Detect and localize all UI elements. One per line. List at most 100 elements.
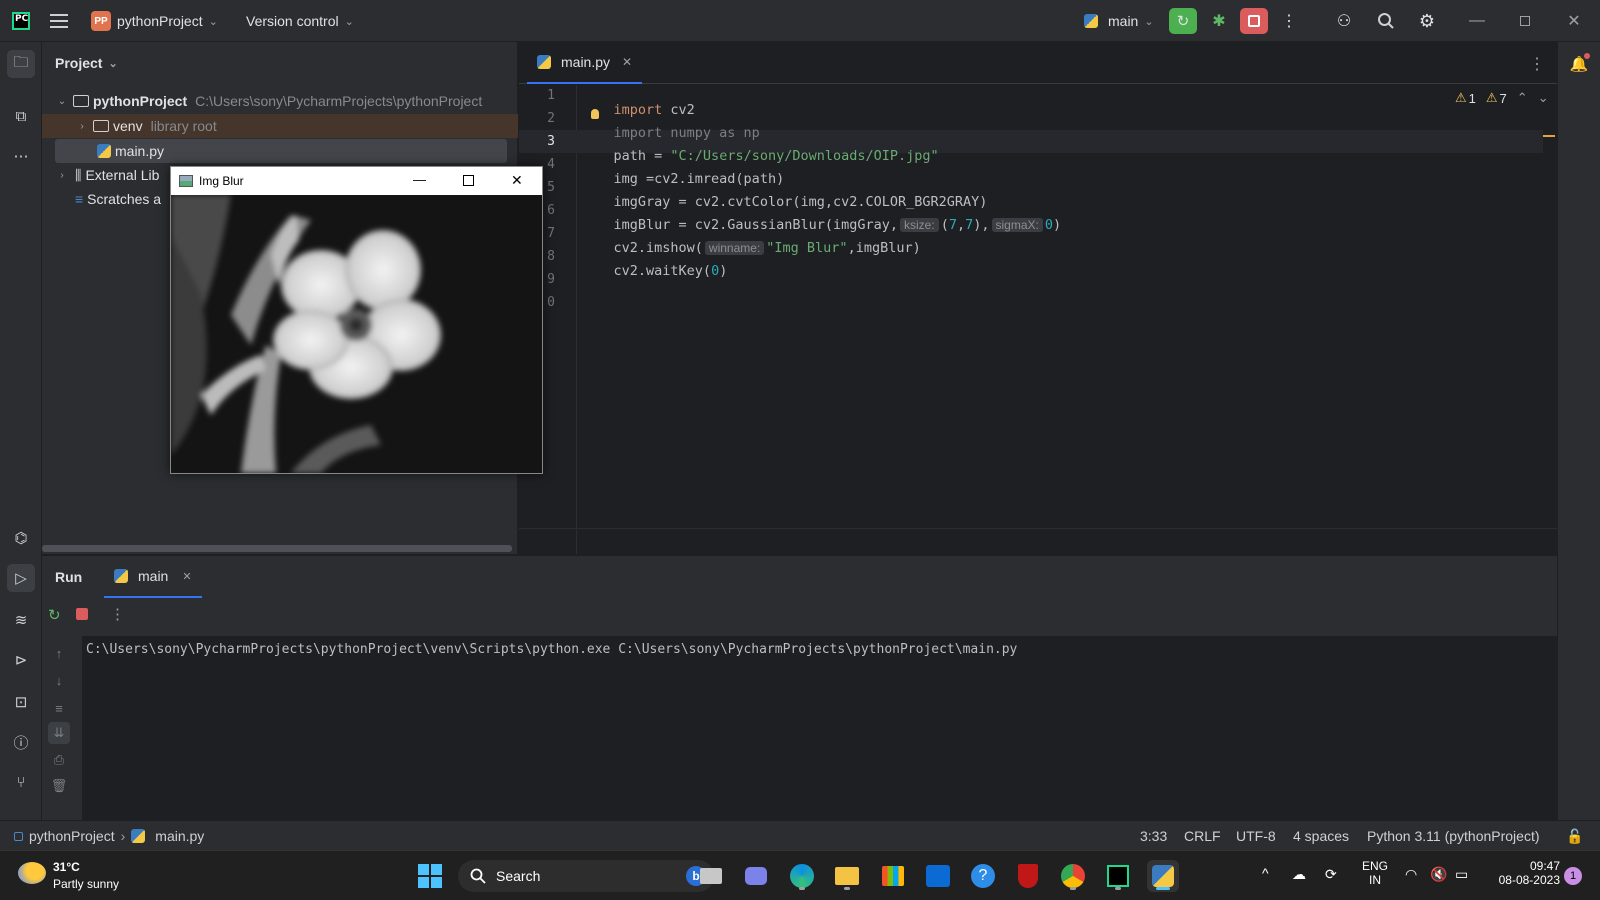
code-line-7[interactable]: cv2.imshow(winname: "Img Blur",imgBlur) bbox=[581, 224, 921, 256]
trash-icon[interactable]: 🗑 bbox=[48, 775, 70, 797]
img-blur-window[interactable]: Img Blur — ✕ bbox=[170, 166, 543, 474]
weather-description[interactable]: Partly sunny bbox=[53, 877, 119, 891]
edge-icon bbox=[790, 864, 814, 888]
print-icon[interactable]: ⎙ bbox=[48, 749, 70, 771]
help-app-button[interactable]: ? bbox=[967, 860, 999, 892]
img-blur-titlebar[interactable]: Img Blur — ✕ bbox=[171, 167, 542, 195]
code-line-6[interactable]: imgBlur = cv2.GaussianBlur(imgGray, ksize… bbox=[581, 201, 1062, 233]
close-icon[interactable]: ✕ bbox=[511, 172, 523, 189]
version-control-menu[interactable]: Version control ⌄ bbox=[246, 0, 354, 42]
scroll-to-end-icon[interactable]: ⇊ bbox=[48, 722, 70, 744]
caret-position[interactable]: 3:33 bbox=[1140, 821, 1167, 851]
code-line-3[interactable]: path = "C:/Users/sony/Downloads/OIP.jpg" bbox=[581, 132, 939, 164]
breadcrumb-project[interactable]: pythonProject bbox=[29, 828, 115, 844]
stop-button[interactable] bbox=[1240, 8, 1268, 34]
horizontal-scrollbar[interactable] bbox=[42, 545, 512, 552]
breadcrumb-file[interactable]: main.py bbox=[155, 828, 204, 844]
console-output-area[interactable]: C:\Users\sony\PycharmProjects\pythonProj… bbox=[82, 636, 1557, 821]
code-line-4[interactable]: img =cv2.imread(path) bbox=[581, 155, 785, 187]
next-highlight-icon[interactable]: ⌄ bbox=[1538, 90, 1549, 106]
weather-icon[interactable] bbox=[18, 862, 46, 884]
start-button[interactable] bbox=[414, 860, 446, 892]
python-interpreter[interactable]: Python 3.11 (pythonProject) bbox=[1367, 821, 1540, 851]
close-tab-icon[interactable]: ✕ bbox=[622, 55, 632, 69]
language-indicator[interactable]: ENG IN bbox=[1362, 859, 1388, 887]
services-button[interactable]: ⊳ bbox=[7, 646, 35, 674]
battery-icon[interactable]: ▭ bbox=[1455, 866, 1468, 883]
task-view-button[interactable] bbox=[695, 860, 727, 892]
kebab-menu-icon[interactable]: ⋮ bbox=[110, 605, 125, 623]
python-packages-button[interactable]: ≋ bbox=[7, 606, 35, 634]
pycharm-taskbar-button[interactable] bbox=[1102, 860, 1134, 892]
tab-main-py[interactable]: main.py ✕ bbox=[527, 42, 643, 84]
tree-item-venv[interactable]: › venv library root bbox=[42, 114, 518, 138]
edge-button[interactable] bbox=[786, 860, 818, 892]
python-console-button[interactable]: ⌬ bbox=[7, 524, 35, 552]
search-everywhere-button[interactable] bbox=[1372, 8, 1400, 34]
warning-stripe-marker[interactable] bbox=[1543, 135, 1555, 137]
folder-icon bbox=[835, 867, 859, 885]
scroll-down-icon[interactable]: ↓ bbox=[48, 669, 70, 691]
weather-temperature[interactable]: 31°C bbox=[53, 860, 80, 874]
tree-item-main-py[interactable]: main.py bbox=[55, 139, 507, 163]
tree-item-pythonProject[interactable]: ⌄ pythonProject C:\Users\sony\PycharmPro… bbox=[42, 89, 518, 113]
project-switcher[interactable]: PP pythonProject ⌄ bbox=[91, 0, 218, 42]
close-tab-icon[interactable]: ✕ bbox=[182, 570, 191, 583]
soft-wrap-icon[interactable]: ≡ bbox=[48, 697, 70, 719]
code-line-2[interactable]: import numpy as np bbox=[581, 109, 760, 141]
taskbar-search-box[interactable]: Search b bbox=[458, 860, 714, 892]
app-logo[interactable]: PC bbox=[12, 0, 30, 42]
code-with-me-button[interactable]: ⚇ bbox=[1330, 8, 1358, 34]
teams-chat-button[interactable] bbox=[740, 860, 772, 892]
rerun-icon[interactable]: ↻ bbox=[48, 606, 61, 624]
run-config-selector[interactable]: main ⌄ bbox=[1084, 0, 1154, 42]
more-tools-button[interactable]: ⋯ bbox=[7, 142, 35, 170]
sync-icon[interactable]: ⟳ bbox=[1325, 866, 1337, 883]
line-separator[interactable]: CRLF bbox=[1184, 821, 1221, 851]
show-hidden-icons-icon[interactable]: ^ bbox=[1262, 865, 1269, 881]
clock[interactable]: 09:47 08-08-2023 bbox=[1490, 859, 1560, 887]
volume-muted-icon[interactable]: 🔇 bbox=[1430, 866, 1447, 883]
notification-badge[interactable]: 1 bbox=[1564, 867, 1582, 885]
previous-highlight-icon[interactable]: ⌃ bbox=[1517, 90, 1528, 106]
python-window-button[interactable] bbox=[1147, 860, 1179, 892]
store-button[interactable] bbox=[877, 860, 909, 892]
chevron-down-icon: ⌄ bbox=[1144, 15, 1154, 28]
project-panel-title[interactable]: Project ⌄ bbox=[55, 52, 118, 74]
restore-button[interactable] bbox=[1511, 8, 1539, 34]
stop-icon[interactable] bbox=[76, 608, 88, 620]
code-line-8[interactable]: cv2.waitKey(0) bbox=[581, 247, 728, 279]
notifications-button[interactable]: 🔔 bbox=[1565, 50, 1593, 78]
code-line-5[interactable]: imgGray = cv2.cvtColor(img,cv2.COLOR_BGR… bbox=[581, 178, 988, 210]
scroll-up-icon[interactable]: ↑ bbox=[48, 642, 70, 664]
wifi-icon[interactable]: ◠ bbox=[1405, 866, 1417, 883]
problems-button[interactable]: ⓘ bbox=[7, 728, 35, 756]
file-explorer-button[interactable] bbox=[831, 860, 863, 892]
terminal-button[interactable]: ⊡ bbox=[7, 688, 35, 716]
run-tool-button[interactable]: ▷ bbox=[7, 564, 35, 592]
git-button[interactable]: ⑂ bbox=[7, 768, 35, 796]
mcafee-button[interactable] bbox=[1012, 860, 1044, 892]
myhp-button[interactable] bbox=[922, 860, 954, 892]
rerun-button[interactable]: ↻ bbox=[1169, 8, 1197, 34]
editor-tabs-menu-icon[interactable]: ⋮ bbox=[1529, 54, 1545, 74]
chrome-button[interactable] bbox=[1057, 860, 1089, 892]
settings-button[interactable]: ⚙ bbox=[1413, 8, 1441, 34]
structure-tool-button[interactable]: ⧉ bbox=[7, 102, 35, 130]
indent-setting[interactable]: 4 spaces bbox=[1293, 821, 1349, 851]
lock-icon[interactable]: 🔓 bbox=[1566, 821, 1583, 851]
project-tool-button[interactable]: 🗀 bbox=[7, 50, 35, 78]
more-actions-button[interactable]: ⋮ bbox=[1275, 8, 1303, 34]
maximize-icon[interactable] bbox=[463, 175, 474, 186]
debug-button[interactable]: ✱ bbox=[1205, 8, 1233, 34]
lightbulb-icon[interactable] bbox=[591, 109, 599, 119]
minimize-button[interactable]: — bbox=[1463, 8, 1491, 34]
onedrive-icon[interactable]: ☁ bbox=[1292, 866, 1306, 883]
tab-main-run[interactable]: main ✕ bbox=[104, 556, 202, 598]
close-window-button[interactable]: ✕ bbox=[1560, 8, 1588, 34]
minimize-icon[interactable]: — bbox=[413, 172, 426, 187]
inspection-widget[interactable]: ⚠ 1 ⚠ 7 ⌃ ⌄ bbox=[1455, 90, 1549, 106]
code-line-1[interactable]: import cv2 bbox=[581, 86, 695, 118]
main-menu-button[interactable] bbox=[50, 0, 68, 42]
file-encoding[interactable]: UTF-8 bbox=[1236, 821, 1276, 851]
